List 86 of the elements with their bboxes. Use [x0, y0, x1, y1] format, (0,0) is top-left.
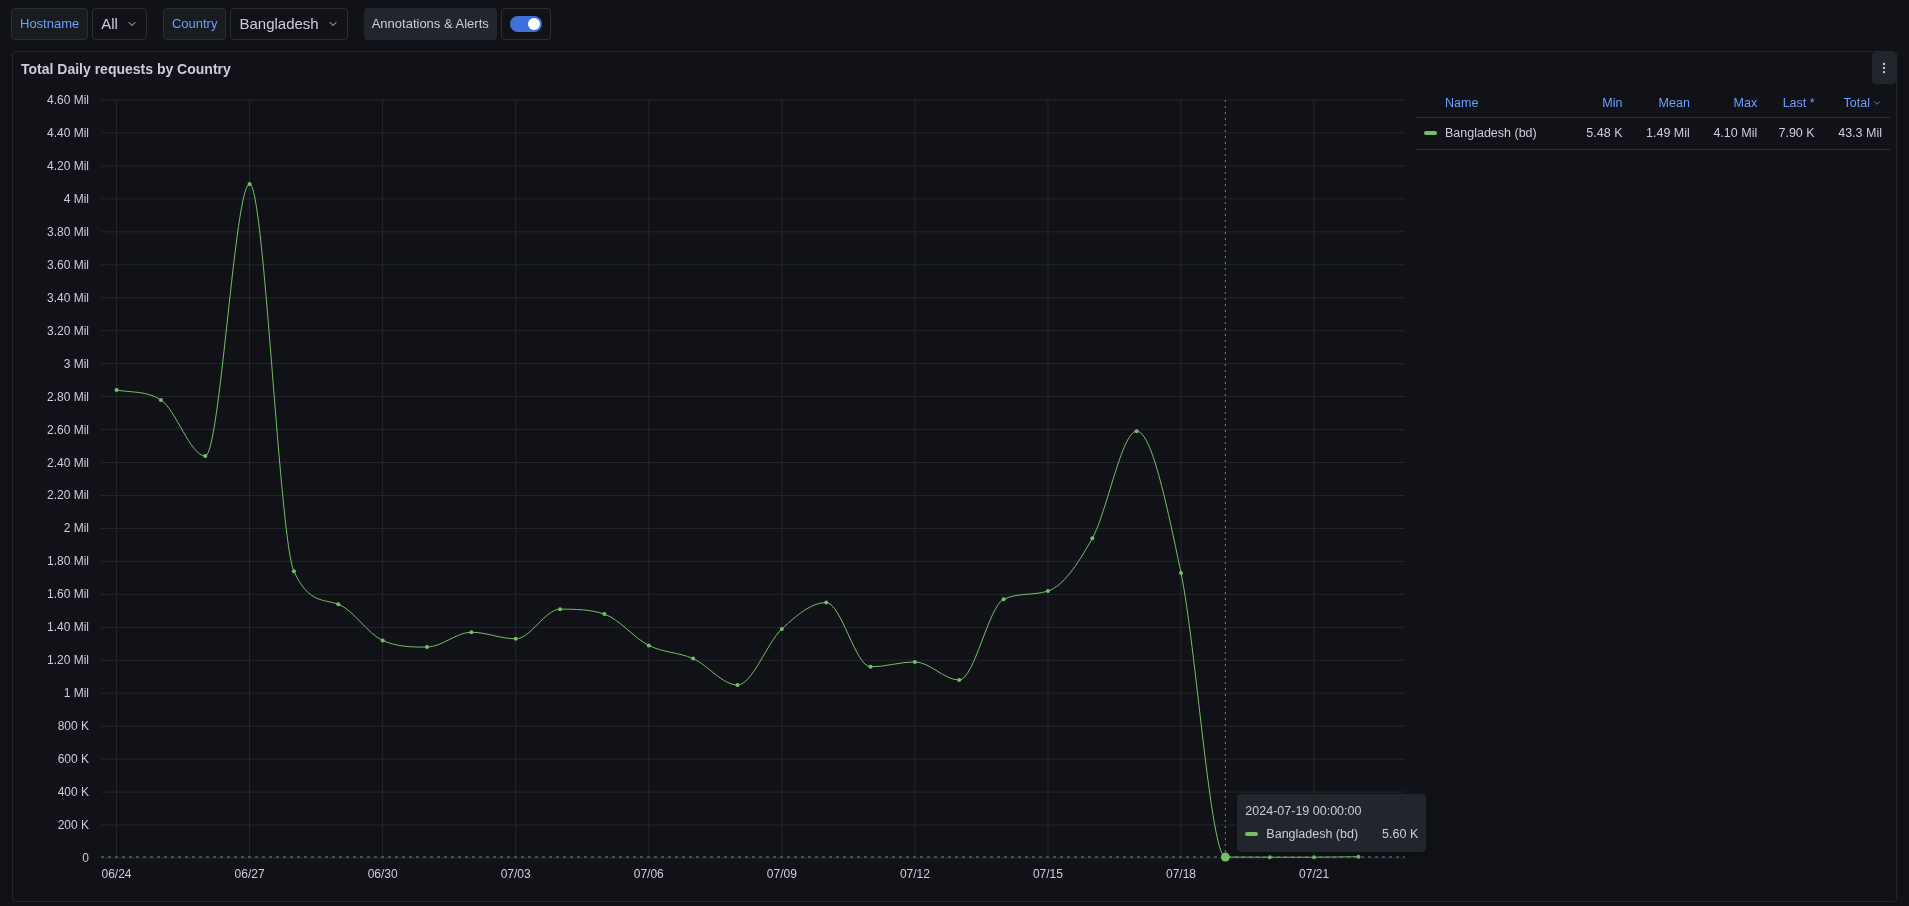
y-axis-label: 2.40 Mil	[46, 455, 89, 470]
legend-value: 1.49 Mil	[1630, 117, 1698, 149]
data-point	[336, 602, 341, 607]
x-axis-label: 07/18	[1166, 867, 1197, 881]
y-axis-label: 3.40 Mil	[46, 290, 89, 305]
y-axis-label: 2.20 Mil	[46, 488, 89, 503]
series-swatch-icon	[1245, 832, 1259, 837]
variable-label: Country	[162, 8, 227, 40]
data-point	[469, 630, 474, 635]
toggle-switch[interactable]	[509, 16, 542, 32]
y-axis-label: 2.80 Mil	[46, 389, 89, 404]
legend-column-header[interactable]: Min	[1602, 94, 1623, 113]
y-axis-label: 400 K	[57, 785, 89, 800]
legend-value: 5.48 K	[1573, 117, 1631, 149]
y-axis-label: 2 Mil	[63, 521, 89, 536]
x-axis-label: 07/21	[1299, 867, 1330, 881]
x-axis-label: 07/15	[1032, 867, 1063, 881]
x-axis-label: 07/03	[500, 867, 531, 881]
legend-series-name[interactable]: Bangladesh (bd)	[1445, 123, 1537, 143]
data-point	[912, 659, 917, 664]
x-axis-label: 06/30	[367, 867, 398, 881]
data-point	[779, 626, 784, 631]
x-axis-label: 06/27	[234, 867, 265, 881]
variable-dropdown[interactable]: Bangladesh	[230, 8, 348, 40]
legend-value: 43.3 Mil	[1822, 117, 1890, 149]
y-axis-label: 4.40 Mil	[46, 125, 89, 140]
data-point	[957, 678, 962, 683]
y-axis-label: 4.20 Mil	[46, 158, 89, 173]
data-point	[1179, 570, 1183, 575]
legend-column-header[interactable]: Last *	[1782, 94, 1815, 113]
data-point	[558, 607, 563, 612]
tooltip-value: 5.60 K	[1382, 825, 1419, 843]
variable-label: Hostname	[11, 8, 89, 40]
data-point	[1045, 589, 1050, 594]
panel-title: Total Daily requests by Country	[21, 60, 231, 79]
y-axis-label: 1.40 Mil	[46, 620, 89, 635]
y-axis-label: 0	[82, 851, 89, 865]
data-point	[691, 656, 696, 661]
data-point	[1356, 854, 1361, 859]
data-point	[824, 600, 829, 605]
data-point	[602, 612, 607, 617]
y-axis-label: 1.80 Mil	[46, 554, 89, 569]
y-axis-label: 1.60 Mil	[46, 587, 89, 602]
x-axis-label: 07/12	[899, 867, 930, 881]
x-axis-label: 06/24	[101, 867, 132, 881]
y-axis-label: 4.60 Mil	[46, 93, 89, 107]
data-point	[735, 683, 740, 687]
tooltip-time: 2024-07-19 00:00:00	[1245, 803, 1363, 820]
data-point	[1220, 852, 1230, 862]
y-axis-label: 3 Mil	[63, 356, 89, 371]
data-point	[380, 638, 385, 643]
legend-value: 7.90 K	[1765, 117, 1823, 149]
y-axis-label: 3.20 Mil	[46, 323, 89, 338]
data-point	[868, 664, 873, 669]
data-point	[1267, 855, 1272, 860]
data-point	[1001, 597, 1006, 602]
y-axis-label: 4 Mil	[63, 191, 89, 206]
data-point	[646, 643, 651, 648]
legend-column-header[interactable]: Mean	[1658, 94, 1690, 113]
toggle-label: Annotations & Alerts	[363, 8, 497, 40]
data-point	[1134, 429, 1139, 434]
data-point	[291, 569, 296, 574]
legend-value: 4.10 Mil	[1697, 117, 1766, 149]
legend-column-header[interactable]: Max	[1733, 94, 1758, 113]
data-point	[1312, 855, 1317, 860]
y-axis-label: 200 K	[57, 818, 89, 833]
x-axis-label: 07/06	[633, 867, 664, 881]
legend-column-header[interactable]: Total	[1843, 94, 1882, 113]
variable-dropdown[interactable]: All	[92, 8, 147, 40]
data-point	[247, 182, 252, 187]
y-axis-label: 800 K	[57, 719, 89, 734]
data-point	[203, 453, 208, 458]
data-point	[425, 645, 429, 650]
data-point	[513, 636, 518, 641]
x-axis-label: 07/09	[766, 867, 797, 881]
y-axis-label: 3.80 Mil	[46, 224, 89, 239]
legend-column-header[interactable]: Name	[1445, 94, 1479, 113]
y-axis-label: 1.20 Mil	[46, 653, 89, 668]
y-axis-label: 3.60 Mil	[46, 257, 89, 272]
y-axis-label: 2.60 Mil	[46, 422, 89, 437]
y-axis-label: 600 K	[57, 752, 89, 767]
data-point	[1090, 536, 1095, 541]
tooltip-series: Bangladesh (bd)	[1266, 825, 1359, 843]
data-point	[114, 388, 119, 392]
y-axis-label: 1 Mil	[63, 686, 89, 701]
data-point	[158, 397, 163, 402]
